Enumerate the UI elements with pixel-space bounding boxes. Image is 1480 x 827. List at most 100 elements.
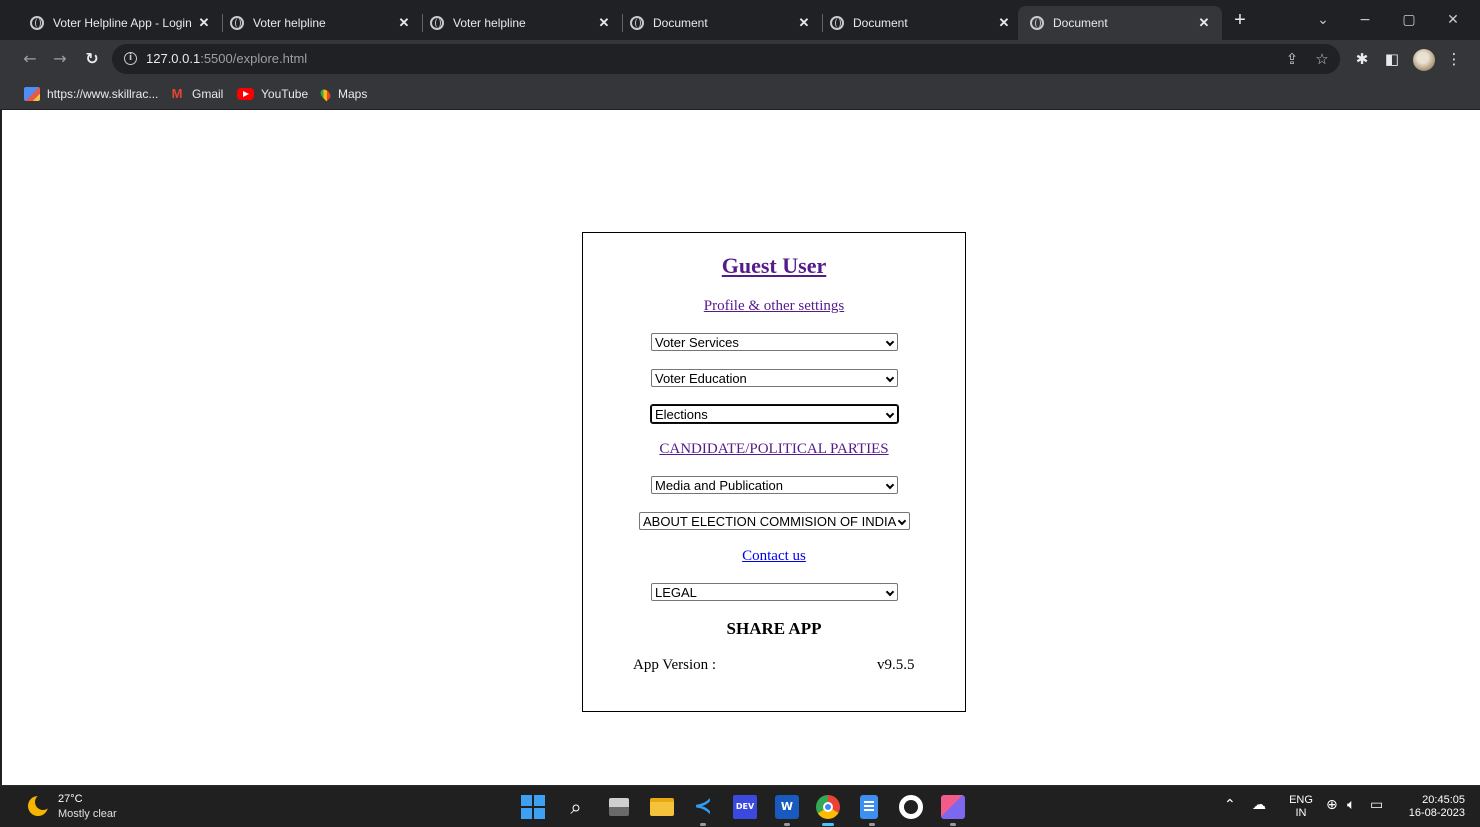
file-explorer-icon[interactable] <box>650 798 674 816</box>
guest-user-link[interactable]: Guest User <box>722 253 826 278</box>
start-button[interactable] <box>521 795 545 819</box>
tab-search-chevron-icon[interactable]: ⌄ <box>1311 10 1335 30</box>
elections-select[interactable]: Elections <box>650 404 899 424</box>
share-app-heading[interactable]: SHARE APP <box>727 619 822 638</box>
globe-icon <box>30 16 44 30</box>
chevron-down-icon <box>885 337 895 347</box>
contact-us-link[interactable]: Contact us <box>742 548 806 564</box>
tab-strip: Voter Helpline App - Login ✕ Voter helpl… <box>0 0 1480 40</box>
select-value: ABOUT ELECTION COMMISION OF INDIA <box>643 514 897 529</box>
whatsapp-icon[interactable] <box>899 795 923 819</box>
legal-select[interactable]: LEGAL <box>651 583 898 601</box>
globe-icon <box>230 16 244 30</box>
chrome-icon[interactable] <box>816 795 840 826</box>
bookmark-youtube[interactable]: YouTube <box>237 85 308 103</box>
maps-pin-icon <box>318 87 333 101</box>
tray-chevron-up-icon[interactable]: ⌃ <box>1224 797 1236 813</box>
dev-community-icon[interactable]: DEV <box>733 795 757 819</box>
bookmark-label: YouTube <box>261 87 309 101</box>
bookmark-maps[interactable]: Maps <box>318 85 368 103</box>
select-value: Voter Education <box>655 371 747 386</box>
new-tab-button[interactable]: + <box>1230 10 1250 30</box>
forward-arrow-icon[interactable]: → <box>50 49 70 69</box>
guest-title-row: Guest User <box>583 253 965 279</box>
weather-temperature[interactable]: 27°C <box>58 793 83 805</box>
bookmarks-bar: https://www.skillrac... M Gmail YouTube … <box>0 78 1480 110</box>
select-value: Voter Services <box>655 335 739 350</box>
profile-link-row: Profile & other settings <box>583 297 965 315</box>
voter-services-select[interactable]: Voter Services <box>651 333 898 351</box>
language-line1: ENG <box>1289 794 1313 806</box>
bookmark-label: Maps <box>338 87 368 101</box>
address-url[interactable]: 127.0.0.1:5500/explore.html <box>146 51 307 66</box>
globe-icon <box>430 16 444 30</box>
language-indicator[interactable]: ENG IN <box>1287 794 1315 820</box>
about-eci-select[interactable]: ABOUT ELECTION COMMISION OF INDIA <box>639 512 910 530</box>
share-icon[interactable]: ⇪ <box>1282 49 1302 69</box>
chevron-down-icon <box>885 373 895 383</box>
close-icon[interactable]: ✕ <box>1196 15 1212 31</box>
contact-link-row: Contact us <box>583 547 965 565</box>
bookmark-gmail[interactable]: M Gmail <box>169 85 224 103</box>
close-icon[interactable]: ✕ <box>796 15 812 31</box>
notepad-icon[interactable] <box>860 795 878 826</box>
bookmark-label: Gmail <box>192 87 224 101</box>
tab-document-2[interactable]: Document ✕ <box>818 6 1022 40</box>
chevron-down-icon <box>885 587 895 597</box>
app-version-label: App Version : <box>633 657 717 673</box>
profile-avatar[interactable] <box>1413 49 1435 71</box>
search-icon[interactable]: ⌕ <box>564 795 588 819</box>
vscode-icon[interactable]: ≺ <box>691 795 715 826</box>
restore-icon[interactable]: ▢ <box>1397 10 1421 30</box>
candidate-parties-link[interactable]: CANDIDATE/POLITICAL PARTIES <box>659 441 888 457</box>
back-arrow-icon[interactable]: ← <box>20 49 40 69</box>
tab-voter-helpline-2[interactable]: Voter helpline ✕ <box>418 6 622 40</box>
close-icon[interactable]: ✕ <box>596 15 612 31</box>
speaker-icon[interactable]: 🔈︎ <box>1347 797 1355 813</box>
address-bar[interactable]: i 127.0.0.1:5500/explore.html ⇪ ☆ <box>112 44 1340 74</box>
close-icon[interactable]: ✕ <box>196 15 212 31</box>
window-close-icon[interactable]: ✕ <box>1441 10 1465 30</box>
task-view-icon[interactable] <box>609 798 629 816</box>
minimize-icon[interactable]: − <box>1353 10 1377 30</box>
extensions-puzzle-icon[interactable]: ✱ <box>1352 49 1372 69</box>
close-icon[interactable]: ✕ <box>396 15 412 31</box>
snipping-tool-icon[interactable] <box>941 795 965 826</box>
chevron-down-icon <box>885 480 895 490</box>
word-icon[interactable]: W <box>775 795 799 826</box>
tab-document-active[interactable]: Document ✕ <box>1018 6 1222 40</box>
network-globe-icon[interactable]: ⊕ <box>1326 797 1338 813</box>
tab-title: Document <box>1053 16 1108 30</box>
bookmark-label: https://www.skillrac... <box>47 87 159 101</box>
clock-time: 20:45:05 <box>1422 794 1465 806</box>
profile-settings-link[interactable]: Profile & other settings <box>704 298 844 314</box>
reload-icon[interactable]: ↻ <box>82 49 102 69</box>
media-publication-select[interactable]: Media and Publication <box>651 476 898 494</box>
voter-education-select[interactable]: Voter Education <box>651 369 898 387</box>
tab-document[interactable]: Document ✕ <box>618 6 822 40</box>
candidate-link-row: CANDIDATE/POLITICAL PARTIES <box>583 440 965 458</box>
browser-toolbar: ← → ↻ i 127.0.0.1:5500/explore.html ⇪ ☆ … <box>0 40 1480 78</box>
url-path: :5500/explore.html <box>200 51 308 66</box>
system-clock[interactable]: 20:45:05 16-08-2023 <box>1395 794 1465 820</box>
running-indicator <box>869 823 875 826</box>
info-icon[interactable]: i <box>124 52 137 65</box>
running-indicator <box>784 823 790 826</box>
close-icon[interactable]: ✕ <box>996 15 1012 31</box>
tab-title: Document <box>853 16 908 30</box>
tab-voter-helpline[interactable]: Voter helpline ✕ <box>218 6 422 40</box>
gmail-icon: M <box>171 86 183 101</box>
onedrive-offline-icon[interactable]: ☁ <box>1252 797 1266 813</box>
guest-menu-card: Guest User Profile & other settings Vote… <box>582 232 966 712</box>
moon-weather-icon[interactable] <box>28 794 51 816</box>
weather-description[interactable]: Mostly clear <box>58 808 117 820</box>
star-bookmark-icon[interactable]: ☆ <box>1312 49 1332 69</box>
battery-icon[interactable]: ▭ <box>1370 797 1383 813</box>
tab-title: Document <box>653 16 708 30</box>
youtube-icon <box>237 88 254 100</box>
tab-voter-helpline-login[interactable]: Voter Helpline App - Login ✕ <box>18 6 222 40</box>
side-panel-icon[interactable]: ◧ <box>1382 49 1402 69</box>
bookmark-skillrack[interactable]: https://www.skillrac... <box>24 85 158 103</box>
app-version-value: v9.5.5 <box>877 657 915 673</box>
more-menu-icon[interactable]: ⋮ <box>1444 49 1464 69</box>
